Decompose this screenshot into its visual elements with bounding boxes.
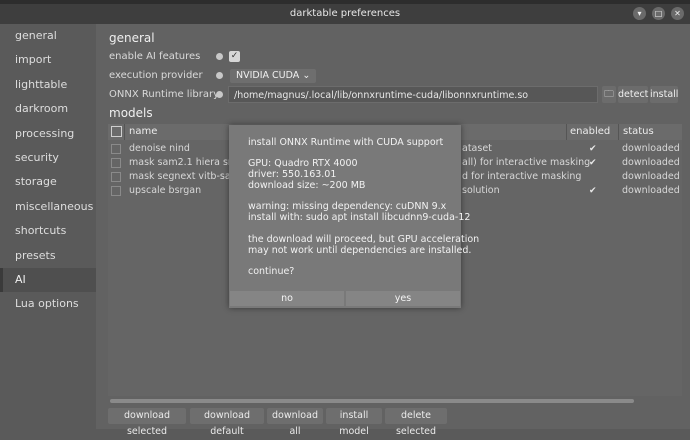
enabled-check-icon[interactable]: ✔ bbox=[589, 184, 597, 198]
model-status: downloaded bbox=[622, 185, 680, 196]
dialog-title: install ONNX Runtime with CUDA support bbox=[248, 137, 444, 148]
enable-ai-label: enable AI features bbox=[109, 51, 201, 62]
column-status[interactable]: status bbox=[623, 124, 654, 140]
enabled-check-icon[interactable]: ✔ bbox=[589, 156, 597, 170]
column-separator bbox=[124, 124, 125, 140]
install-button[interactable]: install bbox=[650, 86, 678, 103]
sidebar-item-darkroom[interactable]: darkroom bbox=[0, 97, 96, 121]
sidebar-item-processing[interactable]: processing bbox=[0, 122, 96, 146]
sidebar-item-general[interactable]: general bbox=[0, 24, 96, 48]
sidebar-item-lua-options[interactable]: Lua options bbox=[0, 292, 96, 316]
model-name: upscale bsrgan bbox=[129, 185, 202, 196]
reset-indicator-icon bbox=[216, 53, 223, 60]
delete-selected-button[interactable]: delete selected bbox=[385, 408, 447, 437]
column-name[interactable]: name bbox=[129, 124, 157, 140]
detect-button[interactable]: detect bbox=[618, 86, 648, 103]
column-separator bbox=[566, 124, 567, 140]
sidebar-item-shortcuts[interactable]: shortcuts bbox=[0, 219, 96, 243]
execution-provider-dropdown[interactable]: NVIDIA CUDA ⌄ bbox=[230, 69, 317, 83]
window-controls: ▾ □ ✕ bbox=[633, 7, 684, 20]
dialog-note-line1: the download will proceed, but GPU accel… bbox=[248, 234, 480, 245]
close-icon[interactable]: ✕ bbox=[671, 7, 684, 20]
column-enabled[interactable]: enabled bbox=[570, 124, 610, 140]
model-description: all) for interactive masking bbox=[462, 157, 591, 168]
sidebar: general import lighttable darkroom proce… bbox=[0, 24, 96, 429]
model-description: ataset bbox=[462, 143, 492, 154]
onnx-runtime-label: ONNX Runtime library bbox=[109, 89, 219, 100]
model-status: downloaded bbox=[622, 157, 680, 168]
enabled-check-icon[interactable]: ✔ bbox=[589, 142, 597, 156]
yes-button[interactable]: yes bbox=[346, 291, 460, 306]
sidebar-item-lighttable[interactable]: lighttable bbox=[0, 73, 96, 97]
execution-provider-value: NVIDIA CUDA bbox=[236, 70, 300, 81]
dialog-note-line2: may not work until dependencies are inst… bbox=[248, 245, 472, 256]
execution-provider-label: execution provider bbox=[109, 70, 203, 81]
general-section-title: general bbox=[109, 31, 155, 45]
dialog-install-command: install with: sudo apt install libcudnn9… bbox=[248, 212, 471, 223]
sidebar-item-presets[interactable]: presets bbox=[0, 244, 96, 268]
sidebar-item-ai[interactable]: AI bbox=[0, 267, 96, 293]
dialog-question: continue? bbox=[248, 266, 295, 277]
horizontal-scrollbar[interactable] bbox=[110, 399, 634, 403]
model-description: d for interactive masking bbox=[462, 171, 582, 182]
dialog-warning: warning: missing dependency: cuDNN 9.x bbox=[248, 201, 447, 212]
row-checkbox[interactable] bbox=[111, 158, 121, 168]
onnx-path-field[interactable]: /home/magnus/.local/lib/onnxruntime-cuda… bbox=[228, 86, 598, 103]
row-checkbox[interactable] bbox=[111, 172, 121, 182]
model-status: downloaded bbox=[622, 171, 680, 182]
title-bar: darktable preferences ▾ □ ✕ bbox=[0, 4, 690, 24]
install-onnx-dialog: install ONNX Runtime with CUDA support G… bbox=[229, 125, 479, 308]
chevron-down-icon: ⌄ bbox=[302, 70, 311, 81]
model-description: solution bbox=[462, 185, 500, 196]
model-name: denoise nind bbox=[129, 143, 190, 154]
maximize-icon[interactable]: □ bbox=[652, 7, 665, 20]
no-button[interactable]: no bbox=[230, 291, 344, 306]
dialog-download-size: download size: ~200 MB bbox=[248, 180, 366, 191]
download-selected-button[interactable]: download selected bbox=[108, 408, 186, 437]
dialog-driver: driver: 550.163.01 bbox=[248, 169, 337, 180]
enable-ai-checkbox[interactable]: ✓ bbox=[229, 51, 240, 62]
reset-indicator-icon bbox=[216, 91, 223, 98]
sidebar-item-miscellaneous[interactable]: miscellaneous bbox=[0, 195, 96, 219]
sidebar-item-storage[interactable]: storage bbox=[0, 170, 96, 194]
dialog-gpu: GPU: Quadro RTX 4000 bbox=[248, 158, 358, 169]
row-checkbox[interactable] bbox=[111, 186, 121, 196]
models-section-title: models bbox=[109, 106, 153, 120]
sidebar-item-import[interactable]: import bbox=[0, 48, 96, 72]
model-status: downloaded bbox=[622, 143, 680, 154]
row-checkbox[interactable] bbox=[111, 144, 121, 154]
download-all-button[interactable]: download all bbox=[267, 408, 323, 437]
window-title: darktable preferences bbox=[289, 8, 401, 19]
column-separator bbox=[618, 124, 619, 140]
minimize-icon[interactable]: ▾ bbox=[633, 7, 646, 20]
select-all-checkbox[interactable] bbox=[111, 126, 122, 137]
reset-indicator-icon bbox=[216, 72, 223, 79]
folder-icon[interactable]: 🗀 bbox=[602, 86, 616, 103]
sidebar-item-security[interactable]: security bbox=[0, 146, 96, 170]
download-default-button[interactable]: download default bbox=[190, 408, 264, 437]
install-model-button[interactable]: install model bbox=[326, 408, 382, 437]
